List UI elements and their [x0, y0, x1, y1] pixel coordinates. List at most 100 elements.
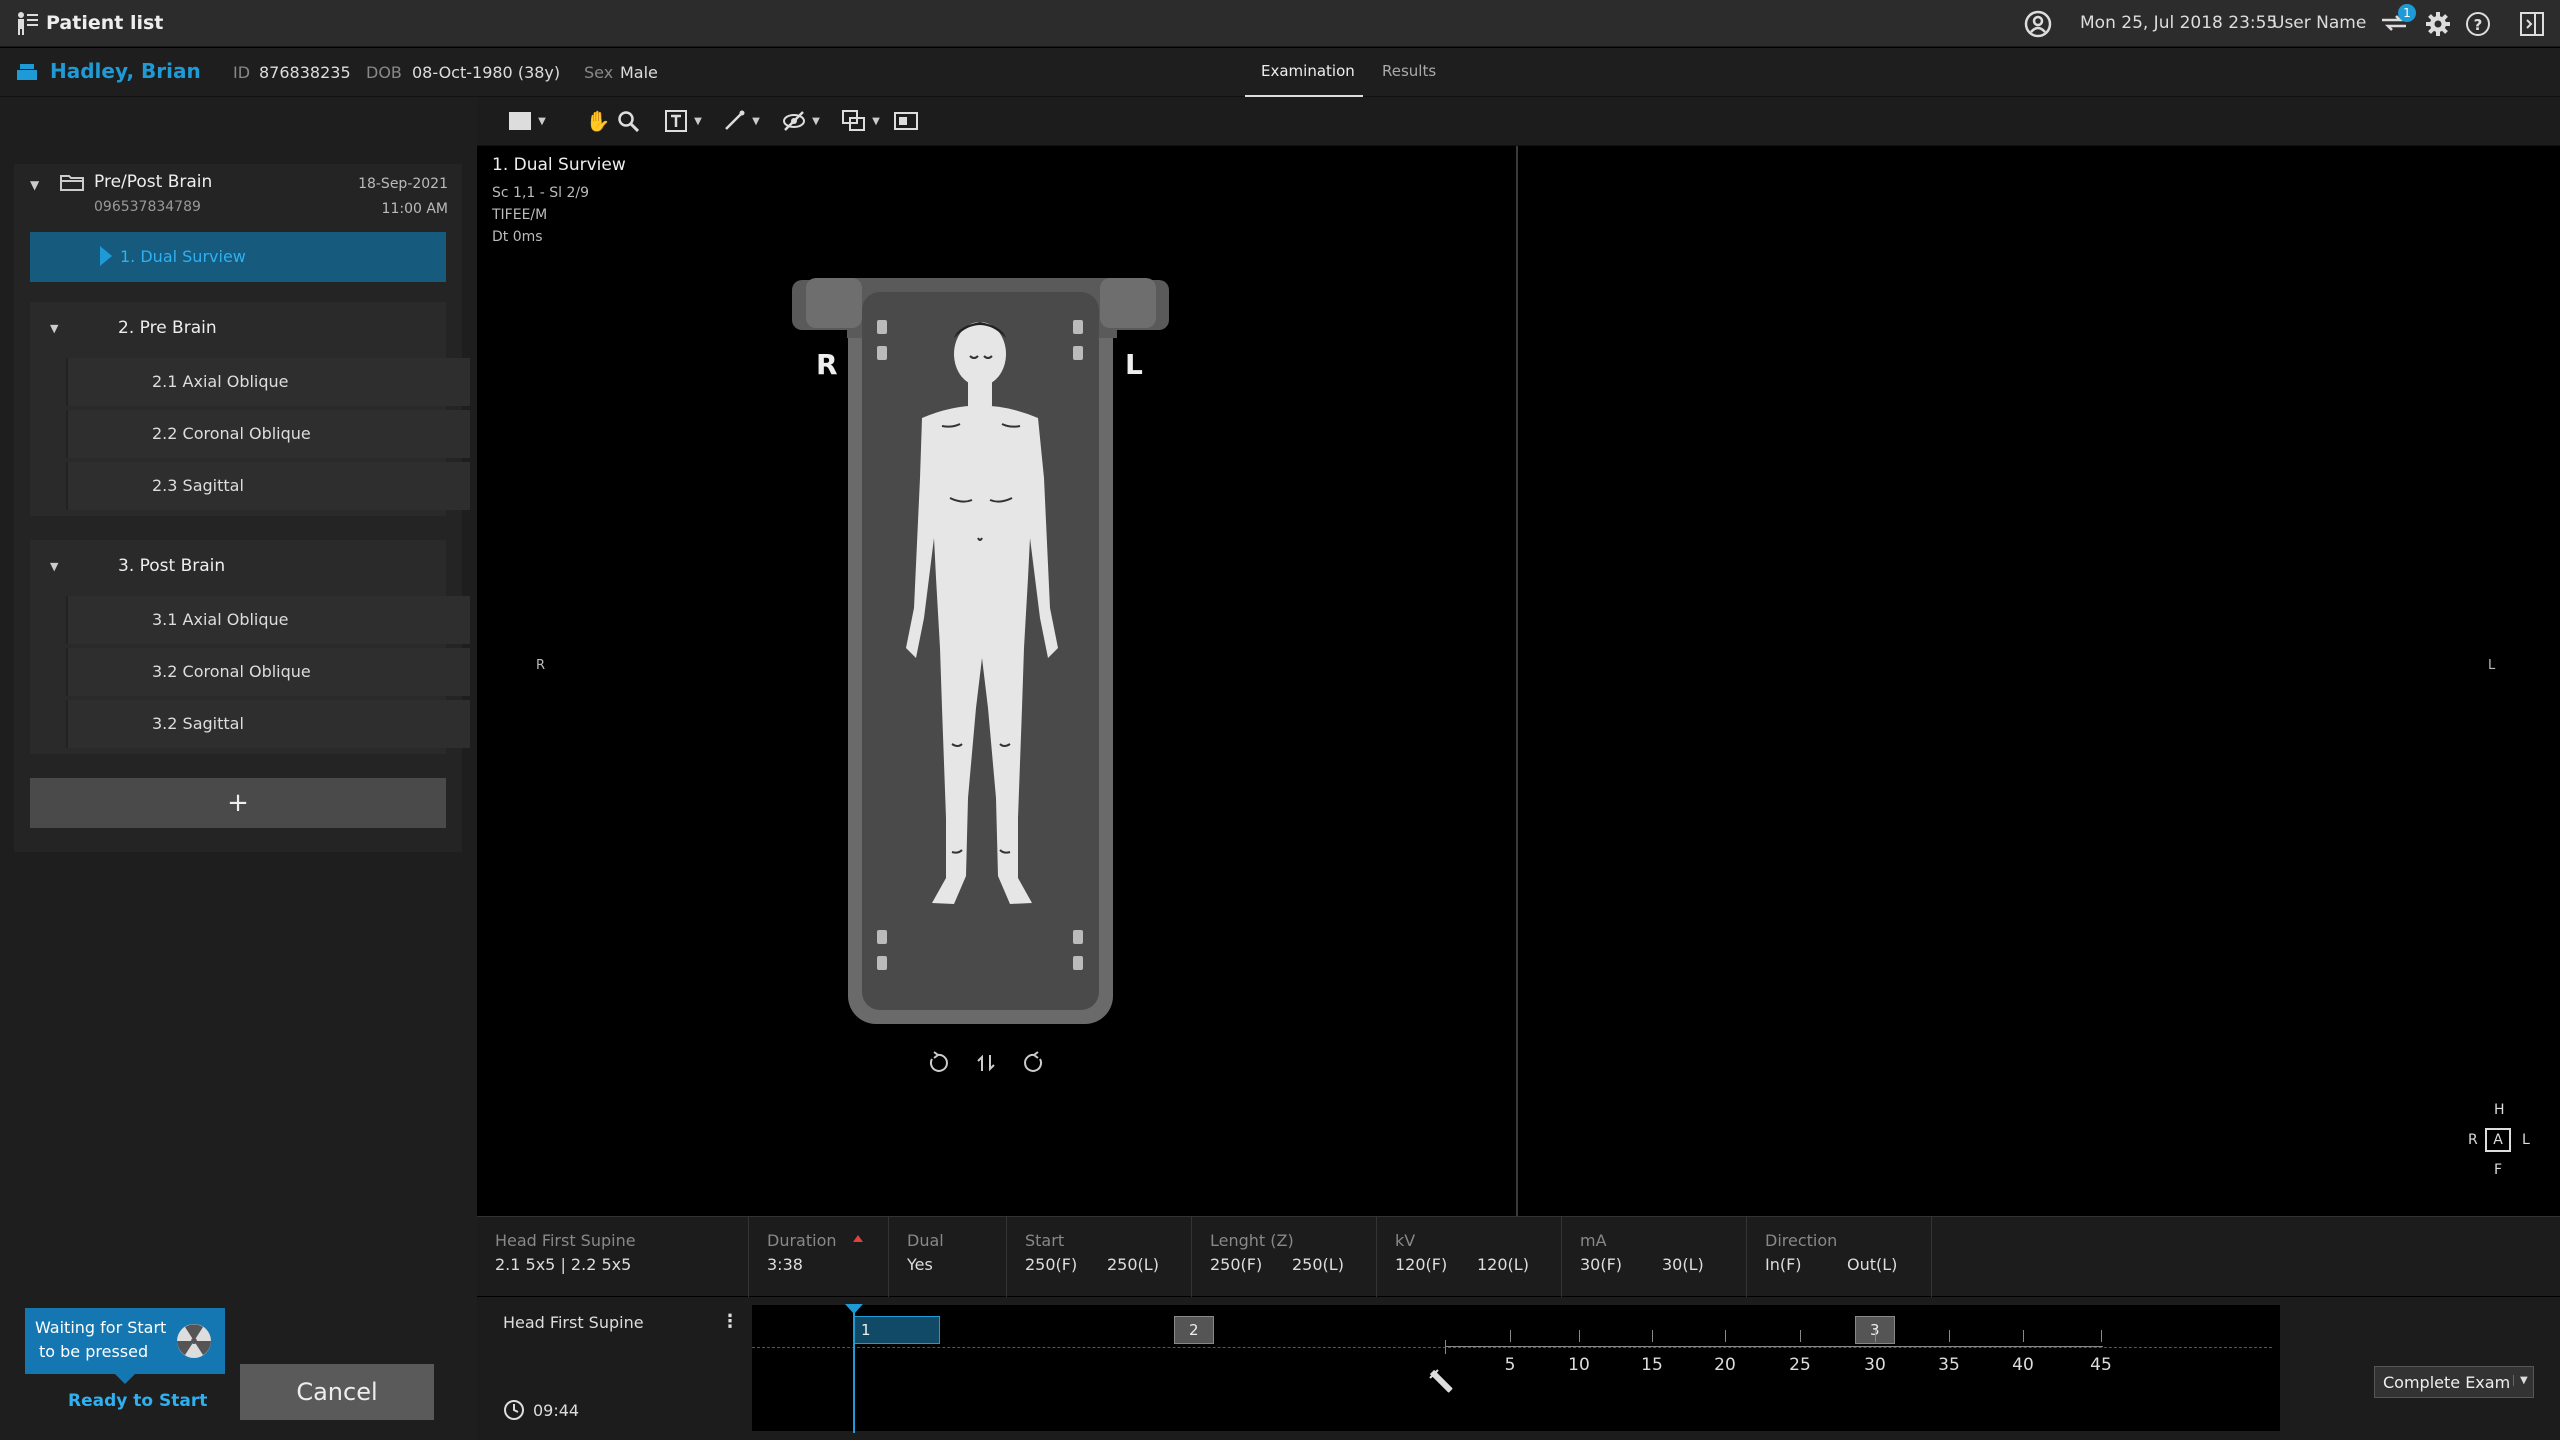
cube-r-label: R	[2468, 1132, 2478, 1148]
param-dual[interactable]: Dual Yes	[889, 1217, 1007, 1297]
chevron-down-icon[interactable]: ▼	[741, 106, 771, 136]
more-menu-icon[interactable]: ⋮	[721, 1311, 739, 1332]
marker-label: 2	[1189, 1321, 1199, 1339]
exam-number: 096537834789	[94, 199, 201, 215]
param-kv[interactable]: kV 120(F) 120(L)	[1377, 1217, 1562, 1297]
patient-name[interactable]: Hadley, Brian	[50, 59, 201, 83]
param-start[interactable]: Start 250(F) 250(L)	[1007, 1217, 1192, 1297]
date-time: Mon 25, Jul 2018 23:55	[2080, 13, 2278, 33]
tick-mark	[1875, 1330, 1876, 1342]
param-value: 250(F)	[1210, 1255, 1263, 1274]
group-pre-brain: ▼ 2. Pre Brain 2.1 Axial Oblique 2.2 Cor…	[30, 302, 470, 516]
play-icon	[98, 244, 114, 268]
scan-item[interactable]: 3.2 Sagittal	[66, 700, 470, 748]
help-icon[interactable]: ?	[2464, 10, 2492, 38]
viewport-info-line: Sc 1,1 - Sl 2/9	[492, 185, 590, 201]
rotate-left-icon[interactable]	[926, 1051, 950, 1075]
timeline-marker-2[interactable]: 2	[1174, 1316, 1214, 1344]
scan-item-label: 3.2 Coronal Oblique	[152, 662, 311, 681]
app-title[interactable]: Patient list	[46, 12, 163, 34]
group-post-brain: ▼ 3. Post Brain 3.1 Axial Oblique 3.2 Co…	[30, 540, 470, 754]
tab-examination[interactable]: Examination	[1245, 48, 1363, 97]
viewport-left[interactable]: 1. Dual Surview Sc 1,1 - Sl 2/9 TIFEE/M …	[477, 146, 1525, 1216]
status-line-2: to be pressed	[39, 1342, 149, 1361]
patient-list-icon[interactable]	[14, 10, 40, 36]
viewport-right[interactable]: L H R A L F	[1518, 146, 2560, 1216]
timeline-marker-1[interactable]: 1	[854, 1316, 940, 1344]
timeline-axis	[1445, 1346, 2103, 1347]
cube-h-label: H	[2494, 1102, 2505, 1118]
chevron-down-icon[interactable]: ▼	[683, 106, 713, 136]
viewport-info-line: Dt 0ms	[492, 229, 543, 245]
start-control-panel: Waiting for Start to be pressed Ready to…	[0, 1297, 477, 1440]
flip-icon[interactable]	[974, 1051, 998, 1075]
param-position[interactable]: Head First Supine 2.1 5x5 | 2.2 5x5	[477, 1217, 749, 1297]
complete-exam-button[interactable]: Complete Exam ▼	[2374, 1366, 2534, 1398]
timeline-left-box: Head First Supine ⋮ 09:44	[477, 1297, 743, 1440]
status-pointer	[115, 1374, 135, 1384]
tick-mark	[2023, 1330, 2024, 1342]
pan-hand-icon[interactable]: ✋	[583, 106, 613, 136]
chevron-down-icon[interactable]: ▼	[30, 178, 39, 192]
param-direction[interactable]: Direction In(F) Out(L)	[1747, 1217, 1932, 1297]
elapsed-time: 09:44	[533, 1401, 580, 1420]
scan-item-label: 2.3 Sagittal	[152, 476, 244, 495]
ready-to-start-label: Ready to Start	[68, 1391, 208, 1411]
scan-item[interactable]: 3.1 Axial Oblique	[66, 596, 470, 644]
body-side-right-label: R	[816, 348, 838, 381]
chevron-down-icon[interactable]: ▼	[2513, 1375, 2528, 1386]
orientation-r: R	[536, 658, 546, 673]
contrast-injector-icon[interactable]	[1428, 1368, 1454, 1394]
patient-table-graphic	[792, 278, 1169, 1024]
param-ma[interactable]: mA 30(F) 30(L)	[1562, 1217, 1747, 1297]
exam-tree-container: ▼ Pre/Post Brain 096537834789 18-Sep-202…	[14, 164, 470, 852]
folder-icon	[60, 172, 84, 192]
tick-mark	[1510, 1330, 1511, 1342]
param-label: Head First Supine	[495, 1231, 636, 1250]
param-value: In(F)	[1765, 1255, 1802, 1274]
exam-name[interactable]: Pre/Post Brain	[94, 172, 212, 192]
chevron-down-icon[interactable]: ▼	[801, 106, 831, 136]
orientation-cube[interactable]: H R A L F	[2468, 1102, 2548, 1182]
gear-icon[interactable]	[2424, 10, 2452, 38]
scan-item-dual-surview[interactable]: 1. Dual Surview	[30, 232, 446, 282]
add-scan-button[interactable]: +	[30, 778, 446, 828]
param-value: Yes	[907, 1255, 933, 1274]
scan-item[interactable]: 2.2 Coronal Oblique	[66, 410, 470, 458]
param-duration[interactable]: Duration 3:38	[749, 1217, 889, 1297]
screen-capture-icon[interactable]	[891, 106, 921, 136]
group-label[interactable]: 2. Pre Brain	[118, 318, 217, 338]
scan-item[interactable]: 2.1 Axial Oblique	[66, 358, 470, 406]
body-side-left-label: L	[1125, 348, 1143, 381]
tab-results-label: Results	[1382, 62, 1437, 80]
scan-item-label: 3.1 Axial Oblique	[152, 610, 289, 629]
chevron-down-icon[interactable]: ▼	[50, 322, 58, 335]
user-name[interactable]: User Name	[2272, 13, 2366, 33]
sort-up-icon	[853, 1235, 863, 1242]
param-length[interactable]: Lenght (Z) 250(F) 250(L)	[1192, 1217, 1377, 1297]
patient-bar: Hadley, Brian ID 876838235 DOB 08-Oct-19…	[0, 48, 2560, 97]
chevron-down-icon[interactable]: ▼	[861, 106, 891, 136]
cube-l-label: L	[2522, 1132, 2530, 1148]
scan-parameters-bar: Head First Supine 2.1 5x5 | 2.2 5x5 Dura…	[477, 1216, 2560, 1297]
zoom-icon[interactable]	[613, 106, 643, 136]
exam-time: 11:00 AM	[381, 201, 448, 217]
param-value: 2.1 5x5 | 2.2 5x5	[495, 1255, 632, 1274]
group-label[interactable]: 3. Post Brain	[118, 556, 225, 576]
exit-icon[interactable]	[2518, 10, 2546, 38]
tick-label: 25	[1789, 1355, 1811, 1375]
tick-mark	[1800, 1330, 1801, 1342]
tab-results[interactable]: Results	[1364, 48, 1454, 97]
chevron-down-icon[interactable]: ▼	[50, 560, 58, 573]
rotate-right-icon[interactable]	[1022, 1051, 1046, 1075]
scan-item[interactable]: 2.3 Sagittal	[66, 462, 470, 510]
timeline-track[interactable]	[752, 1305, 2280, 1431]
cancel-button[interactable]: Cancel	[240, 1364, 434, 1420]
chevron-down-icon[interactable]: ▼	[527, 106, 557, 136]
patient-icon	[16, 62, 38, 82]
scan-item[interactable]: 3.2 Coronal Oblique	[66, 648, 470, 696]
status-line-1: Waiting for Start	[35, 1318, 167, 1337]
tick-mark	[1949, 1330, 1950, 1342]
account-icon[interactable]	[2024, 10, 2052, 38]
position-label: Head First Supine	[503, 1313, 644, 1332]
